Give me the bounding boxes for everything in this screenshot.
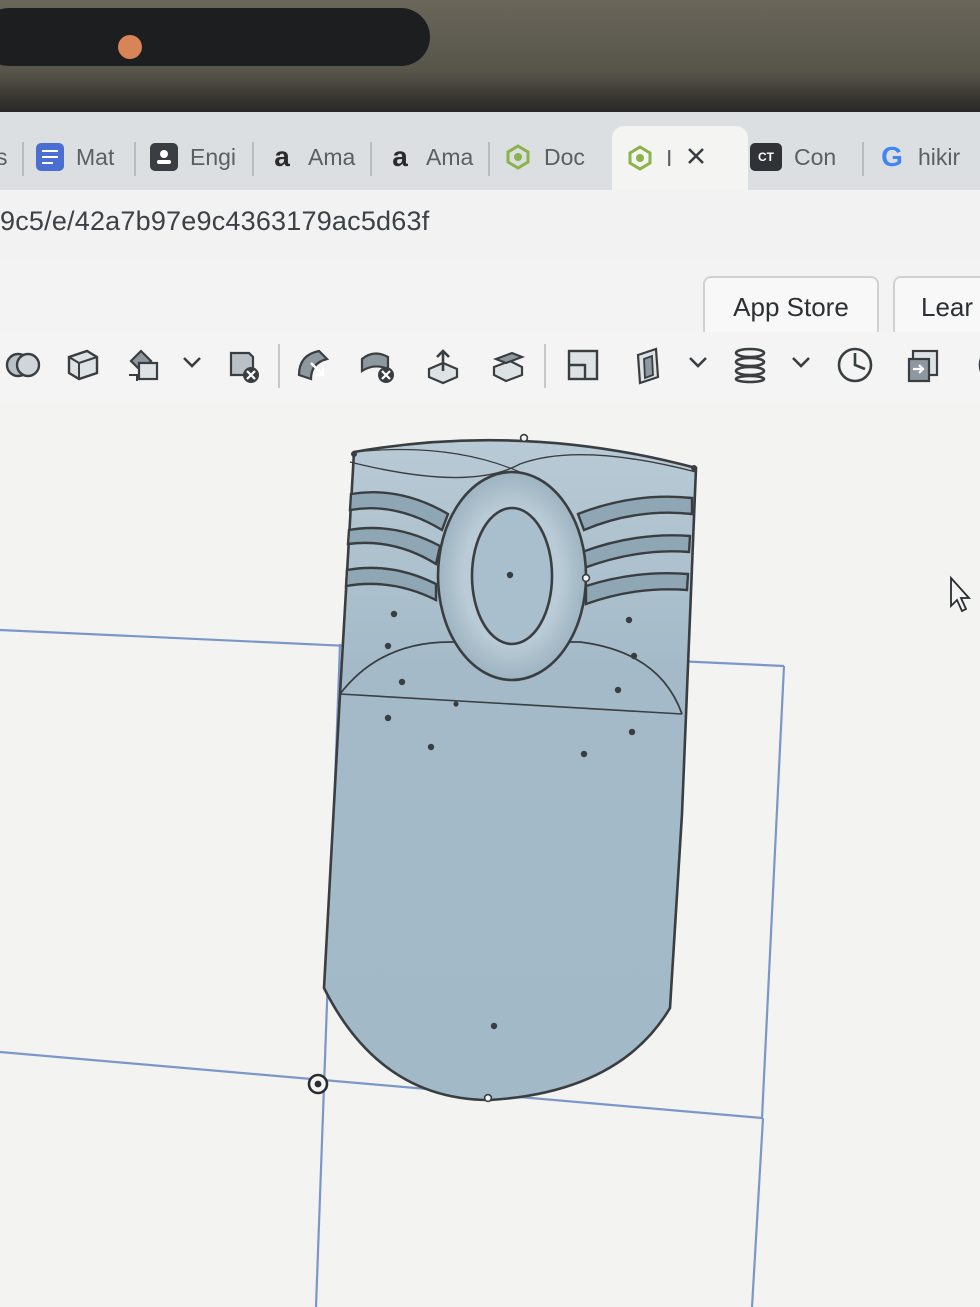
address-bar[interactable]: 9c5/e/42a7b97e9c4363179ac5d63f (0, 190, 980, 259)
shell-icon[interactable] (625, 342, 671, 388)
delete-face-icon[interactable] (355, 342, 401, 388)
learning-center-button[interactable]: Lear (893, 276, 980, 338)
tab-divider (862, 142, 864, 176)
toolbar-divider (544, 344, 546, 388)
graphics-canvas[interactable] (0, 402, 980, 1307)
tab-divider (252, 142, 254, 176)
feature-toolbar (0, 332, 980, 402)
tab-label: I (666, 144, 673, 171)
transform-icon[interactable] (122, 342, 168, 388)
tab-label: hikir (918, 143, 961, 170)
derived-icon[interactable] (900, 342, 946, 388)
tab-0[interactable]: s (0, 132, 8, 182)
sweep-icon[interactable] (290, 342, 336, 388)
mate-clock-icon[interactable] (832, 342, 878, 388)
helix-icon[interactable] (727, 342, 773, 388)
tab-label: Con (794, 143, 837, 170)
docs-icon (36, 143, 64, 171)
tab-5[interactable]: Doc (504, 132, 598, 182)
model-viewport[interactable] (0, 402, 980, 1307)
close-tab-icon[interactable] (686, 145, 706, 172)
move-face-icon[interactable] (485, 342, 531, 388)
tab-divider (134, 142, 136, 176)
ct-icon: CT (750, 143, 782, 171)
onshape-icon (504, 143, 532, 171)
tab-8[interactable]: G hikir (878, 132, 980, 182)
app-store-button[interactable]: App Store (703, 276, 879, 338)
tab-label: s (0, 143, 8, 170)
onshape-icon (626, 144, 654, 172)
tab-label: Ama (308, 143, 356, 170)
boolean-icon[interactable] (0, 342, 46, 388)
tab-label: Engi (190, 143, 237, 170)
google-icon: G (881, 141, 903, 172)
origin-icon[interactable] (307, 1073, 329, 1095)
contact-card-icon (150, 143, 178, 171)
tab-7[interactable]: CT Con (750, 132, 850, 182)
extrude-face-icon[interactable] (420, 342, 466, 388)
tab-divider (370, 142, 372, 176)
tab-4[interactable]: a Ama (386, 132, 478, 182)
tab-1[interactable]: Mat (36, 132, 124, 182)
tab-divider (488, 142, 490, 176)
mouse-cursor-icon (950, 575, 972, 613)
chevron-down-icon[interactable] (180, 350, 204, 374)
laptop-bezel (0, 0, 980, 120)
tab-label: Ama (426, 143, 474, 170)
tab-3[interactable]: a Ama (268, 132, 360, 182)
toolbar-divider (278, 344, 280, 388)
tab-divider (22, 142, 24, 176)
split-icon[interactable] (560, 342, 606, 388)
tab-6-active[interactable]: I (612, 126, 748, 190)
tab-label: Mat (76, 143, 115, 170)
amazon-icon: a (392, 141, 408, 172)
tab-label: Doc (544, 143, 585, 170)
chevron-down-icon[interactable] (789, 350, 813, 374)
plane-icon[interactable] (60, 342, 106, 388)
camera-bar (0, 8, 430, 66)
screen: s Mat Engi a Ama a Ama Doc I CT Con G hi… (0, 112, 980, 1307)
partial-tool-icon[interactable] (962, 342, 980, 388)
tab-2[interactable]: Engi (150, 132, 240, 182)
chevron-down-icon[interactable] (686, 350, 710, 374)
amazon-icon: a (274, 141, 290, 172)
camera-led-icon (118, 35, 142, 59)
delete-part-icon[interactable] (220, 342, 266, 388)
tab-strip: s Mat Engi a Ama a Ama Doc I CT Con G hi… (0, 112, 980, 190)
url-text[interactable]: 9c5/e/42a7b97e9c4363179ac5d63f (0, 206, 429, 237)
